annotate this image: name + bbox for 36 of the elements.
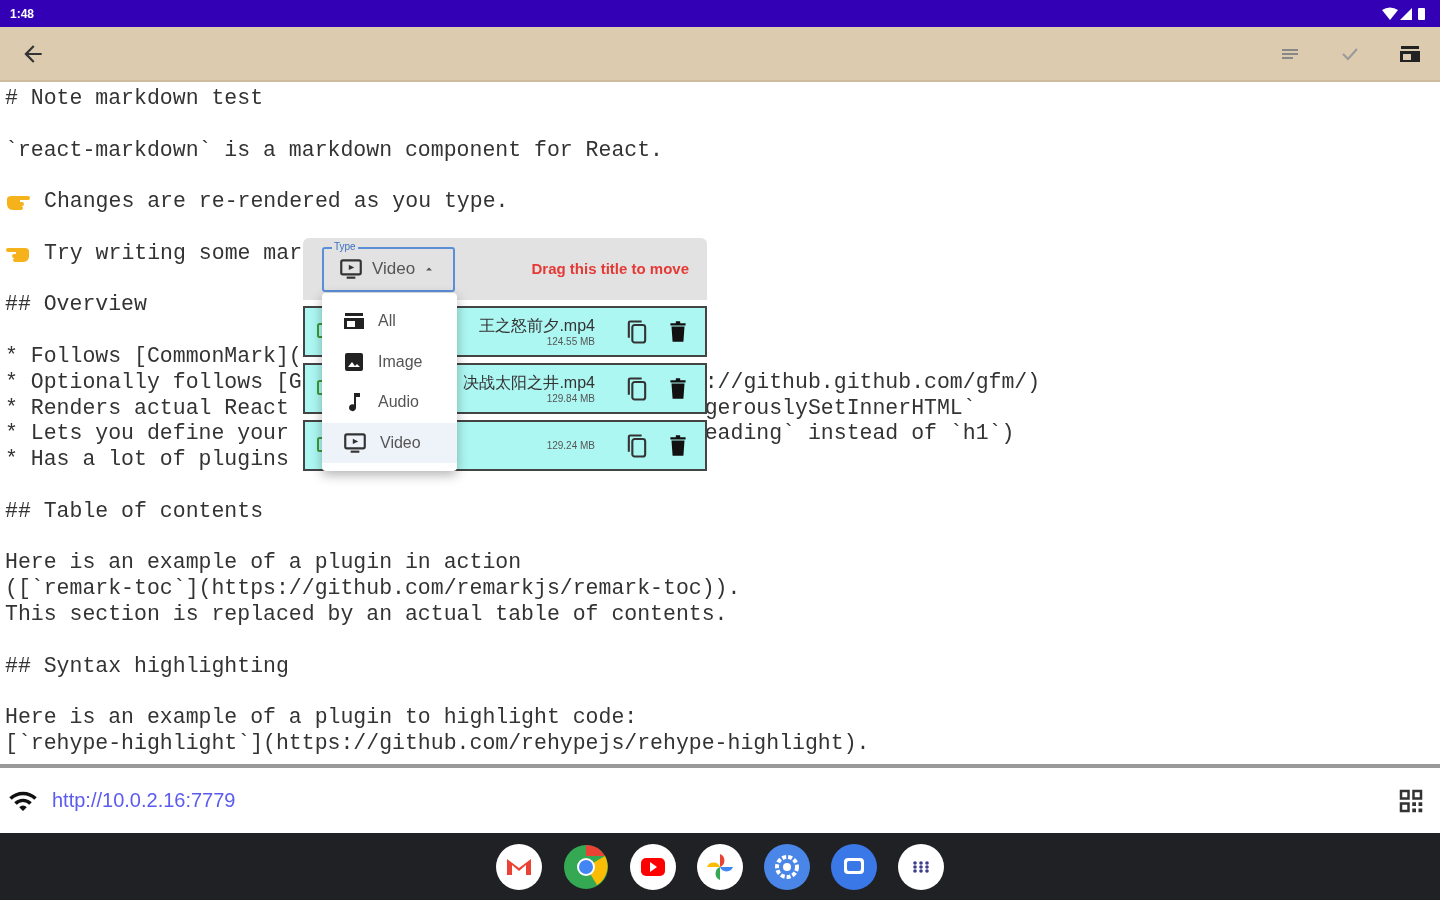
editor-line: # Note markdown test	[5, 86, 264, 112]
panel-title-bar[interactable]: Type Video Drag this title to move	[303, 238, 707, 300]
editor-line: ## Table of contents	[5, 498, 264, 525]
editor-line: `react-markdown` is a markdown component for React.	[5, 137, 663, 164]
file-size: 124.55 MB	[546, 334, 595, 348]
settings-app-icon[interactable]	[764, 843, 810, 890]
editor-line: This section is replaced by an actual table of contents.	[5, 601, 728, 628]
status-icons	[1382, 6, 1428, 21]
editor-line: * Renders actual React	[5, 395, 289, 422]
editor-line: Here is an example of a plugin in action	[5, 550, 522, 577]
editor-line: Here is an example of a plugin to highlight code:	[5, 705, 638, 731]
editor-line: ## Syntax highlighting	[5, 653, 289, 680]
mail-app-icon[interactable]	[496, 843, 542, 890]
editor-line: Try writing some mar	[44, 240, 303, 267]
file-size: 129.24 MB	[546, 439, 595, 452]
editor-line: Changes are re-rendered as you type.	[44, 189, 509, 215]
video-app-icon[interactable]	[630, 843, 676, 890]
editor-line: * Follows [CommonMark](	[5, 343, 302, 370]
photos-app-icon[interactable]	[697, 843, 743, 890]
editor-line: * Optionally follows [G	[5, 369, 302, 396]
drag-hint: Drag this title to move	[531, 259, 689, 280]
editor-line: ([`remark-toc`](https://github.com/remarkjs/remark-toc)).	[5, 576, 741, 602]
app-grid-icon[interactable]	[898, 843, 944, 890]
file-size: 129.84 MB	[546, 391, 595, 405]
file-name: 决战太阳之井.mp4	[463, 372, 595, 392]
file-name: 王之怒前夕.mp4	[479, 315, 595, 335]
editor-line: [`rehype-highlight`](https://github.com/rehypejs/rehype-highlight).	[5, 730, 870, 757]
menu-item[interactable]: Video	[322, 422, 457, 463]
server-url-link[interactable]: http://10.0.2.16:7779	[52, 789, 236, 812]
editor-line: * Has a lot of plugins	[5, 447, 289, 473]
editor-line: ## Overview	[5, 292, 147, 319]
browser-app-icon[interactable]	[563, 843, 609, 890]
messages-app-icon[interactable]	[831, 843, 877, 890]
status-time: 1:48	[10, 6, 35, 21]
editor-line: * Lets you define your	[5, 421, 289, 448]
video-icon	[338, 256, 364, 282]
